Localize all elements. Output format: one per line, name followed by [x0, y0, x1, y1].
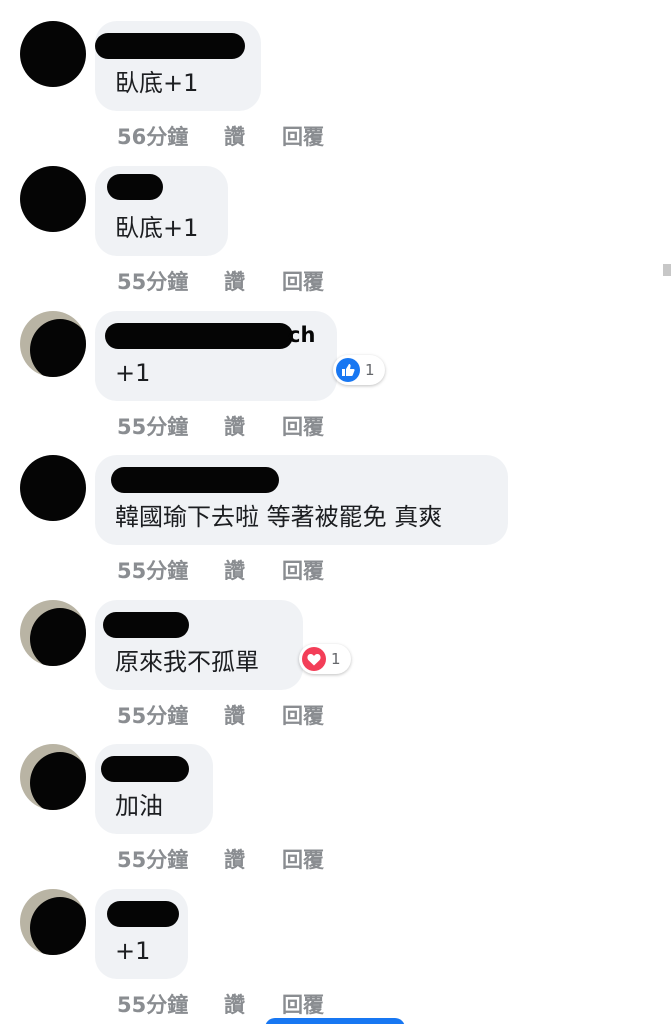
comment-item: 原來我不孤單 1 55分鐘 讚 回覆 [0, 600, 671, 745]
comment-thread: 臥底+1 56分鐘 讚 回覆 臥底+1 55分鐘 讚 回覆 ch +1 1 55… [0, 0, 671, 1024]
more-comments-button[interactable] [265, 1018, 405, 1024]
reaction-count[interactable]: 1 [333, 355, 385, 385]
like-button[interactable]: 讚 [224, 121, 245, 151]
comment-timestamp[interactable]: 55分鐘 [117, 989, 188, 1019]
comment-bubble: ch +1 [95, 311, 337, 401]
comment-text: 臥底+1 [115, 69, 199, 97]
comment-bubble: 韓國瑜下去啦 等著被罷免 真爽 [95, 455, 508, 545]
comment-bubble: 加油 [95, 744, 213, 834]
comment-item: 臥底+1 55分鐘 讚 回覆 [0, 166, 671, 311]
comment-item: 韓國瑜下去啦 等著被罷免 真爽 55分鐘 讚 回覆 [0, 455, 671, 600]
avatar[interactable] [20, 311, 86, 377]
redacted-name [103, 612, 189, 638]
redacted-name [95, 33, 245, 59]
avatar[interactable] [20, 21, 86, 87]
avatar[interactable] [20, 744, 86, 810]
comment-timestamp[interactable]: 55分鐘 [117, 844, 188, 874]
redacted-name [111, 467, 279, 493]
comment-timestamp[interactable]: 55分鐘 [117, 700, 188, 730]
comment-text: +1 [115, 937, 151, 965]
comment-bubble: 原來我不孤單 [95, 600, 303, 690]
like-button[interactable]: 讚 [224, 555, 245, 585]
comment-text: 臥底+1 [115, 214, 199, 242]
comment-bubble: +1 [95, 889, 188, 979]
comment-timestamp[interactable]: 55分鐘 [117, 555, 188, 585]
reply-button[interactable]: 回覆 [282, 411, 324, 441]
comment-text: +1 [115, 359, 151, 387]
redacted-name [105, 323, 293, 349]
comment-timestamp[interactable]: 55分鐘 [117, 266, 188, 296]
reply-button[interactable]: 回覆 [282, 121, 324, 151]
love-icon [302, 647, 326, 671]
commenter-name[interactable]: ch [288, 323, 315, 347]
comment-text: 韓國瑜下去啦 等著被罷免 真爽 [115, 503, 443, 531]
reply-button[interactable]: 回覆 [282, 700, 324, 730]
avatar[interactable] [20, 166, 86, 232]
comment-timestamp[interactable]: 56分鐘 [117, 121, 188, 151]
redacted-name [107, 901, 179, 927]
like-button[interactable]: 讚 [224, 844, 245, 874]
like-button[interactable]: 讚 [224, 411, 245, 441]
reply-button[interactable]: 回覆 [282, 989, 324, 1019]
reply-button[interactable]: 回覆 [282, 555, 324, 585]
comment-item: 加油 55分鐘 讚 回覆 [0, 744, 671, 889]
comment-text: 加油 [115, 792, 163, 820]
redacted-name [101, 756, 189, 782]
like-button[interactable]: 讚 [224, 989, 245, 1019]
reaction-number: 1 [331, 650, 341, 668]
comment-item: +1 55分鐘 讚 回覆 [0, 889, 671, 1024]
comment-item: 臥底+1 56分鐘 讚 回覆 [0, 21, 671, 166]
scroll-indicator [663, 264, 671, 276]
comment-bubble: 臥底+1 [95, 21, 261, 111]
comment-text: 原來我不孤單 [115, 648, 259, 676]
reply-button[interactable]: 回覆 [282, 844, 324, 874]
comment-timestamp[interactable]: 55分鐘 [117, 411, 188, 441]
reaction-count[interactable]: 1 [299, 644, 351, 674]
comment-bubble: 臥底+1 [95, 166, 228, 256]
redacted-name [107, 174, 163, 200]
like-icon [336, 358, 360, 382]
avatar[interactable] [20, 889, 86, 955]
like-button[interactable]: 讚 [224, 700, 245, 730]
reaction-number: 1 [365, 361, 375, 379]
like-button[interactable]: 讚 [224, 266, 245, 296]
reply-button[interactable]: 回覆 [282, 266, 324, 296]
avatar[interactable] [20, 455, 86, 521]
comment-item: ch +1 1 55分鐘 讚 回覆 [0, 311, 671, 456]
avatar[interactable] [20, 600, 86, 666]
